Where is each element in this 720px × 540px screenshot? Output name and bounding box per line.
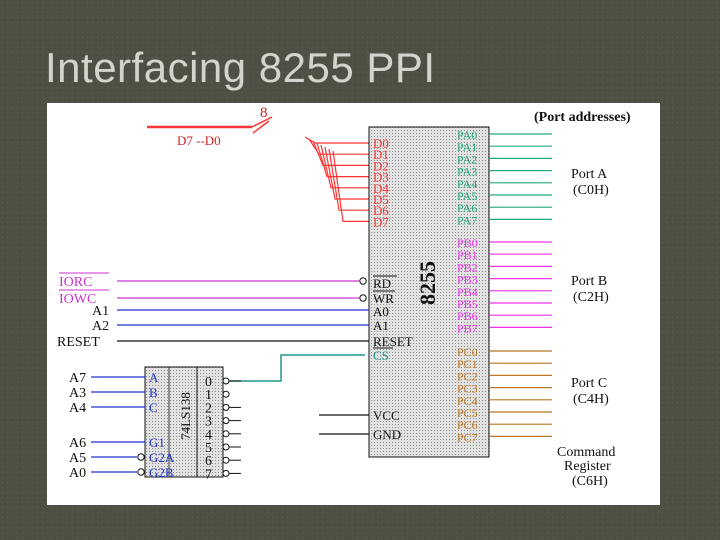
bus-fan-line <box>332 150 369 223</box>
inversion-bubble <box>359 277 367 285</box>
address-line-label: A4 <box>69 401 86 416</box>
interface-diagram: 8 D7 --D0 (Port addresses) 8255 D0D1D2D3… <box>57 105 631 489</box>
decoder-output-label: 7 <box>205 467 212 482</box>
signal-label: A2 <box>92 319 109 334</box>
decoder-input-label: B <box>149 385 158 400</box>
signal-label: IOWC <box>59 292 96 307</box>
svg-text:(C6H): (C6H) <box>572 474 608 489</box>
address-line-label: A3 <box>69 386 86 401</box>
svg-text:Command: Command <box>557 445 615 460</box>
command-register-label: Command Register (C6H) <box>557 445 615 489</box>
port-name-label: Port A <box>571 167 608 182</box>
port-pin-label: PB7 <box>457 321 478 335</box>
inversion-bubble <box>222 377 230 385</box>
bus-fan-line <box>324 146 369 200</box>
bus-fan-line <box>312 140 369 167</box>
inversion-bubble <box>222 417 230 425</box>
port-pins: PA0PA1PA2PA3PA4PA5PA6PA7PB0PB1PB2PB3PB4P… <box>457 128 552 444</box>
inversion-bubble <box>222 443 230 451</box>
port-pin-label: PC7 <box>457 430 478 444</box>
inversion-bubble <box>222 403 230 411</box>
bus-label: D7 --D0 <box>177 133 221 148</box>
inversion-bubble <box>222 390 230 398</box>
port-addresses-heading: (Port addresses) <box>534 110 631 125</box>
bus-width-label: 8 <box>260 105 268 121</box>
svg-text:Register: Register <box>564 459 611 474</box>
port-name-label: Port C <box>571 376 607 391</box>
data-pins: D0D1D2D3D4D5D6D7 <box>373 136 389 229</box>
decoder-input-label: G2A <box>149 450 175 465</box>
chip-8255-label: 8255 <box>415 261 440 305</box>
control-pin-label: CS <box>373 348 389 363</box>
port-pin-label: PA7 <box>457 213 477 227</box>
bus-fan-lines <box>304 136 369 223</box>
inversion-bubble <box>222 469 230 477</box>
decoder-input-label: G2B <box>149 465 174 480</box>
port-address-label: (C0H) <box>573 183 609 198</box>
decoder-name: 74LS138 <box>178 392 193 440</box>
port-labels: Port A(C0H) Port B(C2H) Port C(C4H) <box>571 167 609 407</box>
left-signals: IORC IOWCA1A2RESET <box>57 272 369 350</box>
bus-fan-line <box>304 136 369 144</box>
data-pin-label: D7 <box>373 214 389 229</box>
address-line-label: A0 <box>69 466 86 481</box>
decoder-input-label: A <box>149 370 159 385</box>
inversion-bubble <box>222 430 230 438</box>
inversion-bubble <box>137 468 145 476</box>
port-address-label: (C2H) <box>573 290 609 305</box>
control-pin-label: A1 <box>373 318 389 333</box>
signal-label: A1 <box>92 304 109 319</box>
slide-title: Interfacing 8255 PPI <box>45 44 436 91</box>
port-name-label: Port B <box>571 274 607 289</box>
decoder-input-label: C <box>149 400 158 415</box>
address-line-label: A6 <box>69 436 86 451</box>
bus-fan-line <box>328 148 369 211</box>
signal-label: IORC <box>59 275 92 290</box>
inversion-bubble <box>222 456 230 464</box>
power-pin-label: VCC <box>373 408 400 423</box>
inversion-bubble <box>137 453 145 461</box>
control-pin-label: RD <box>373 276 391 291</box>
address-line-label: A7 <box>69 371 86 386</box>
diagram-panel: 8 D7 --D0 (Port addresses) 8255 D0 D1 D2 D3… <box>47 103 660 505</box>
data-bus: 8 D7 --D0 <box>147 105 273 148</box>
inversion-bubble <box>359 294 367 302</box>
address-line-label: A5 <box>69 451 86 466</box>
control-pin-label: RESET <box>373 334 413 349</box>
cs-wire <box>227 354 365 382</box>
signal-label: RESET <box>57 335 100 350</box>
control-pin-label: A0 <box>373 304 389 319</box>
decoder-input-label: G1 <box>149 435 165 450</box>
port-address-label: (C4H) <box>573 392 609 407</box>
power-pin-label: GND <box>373 427 401 442</box>
